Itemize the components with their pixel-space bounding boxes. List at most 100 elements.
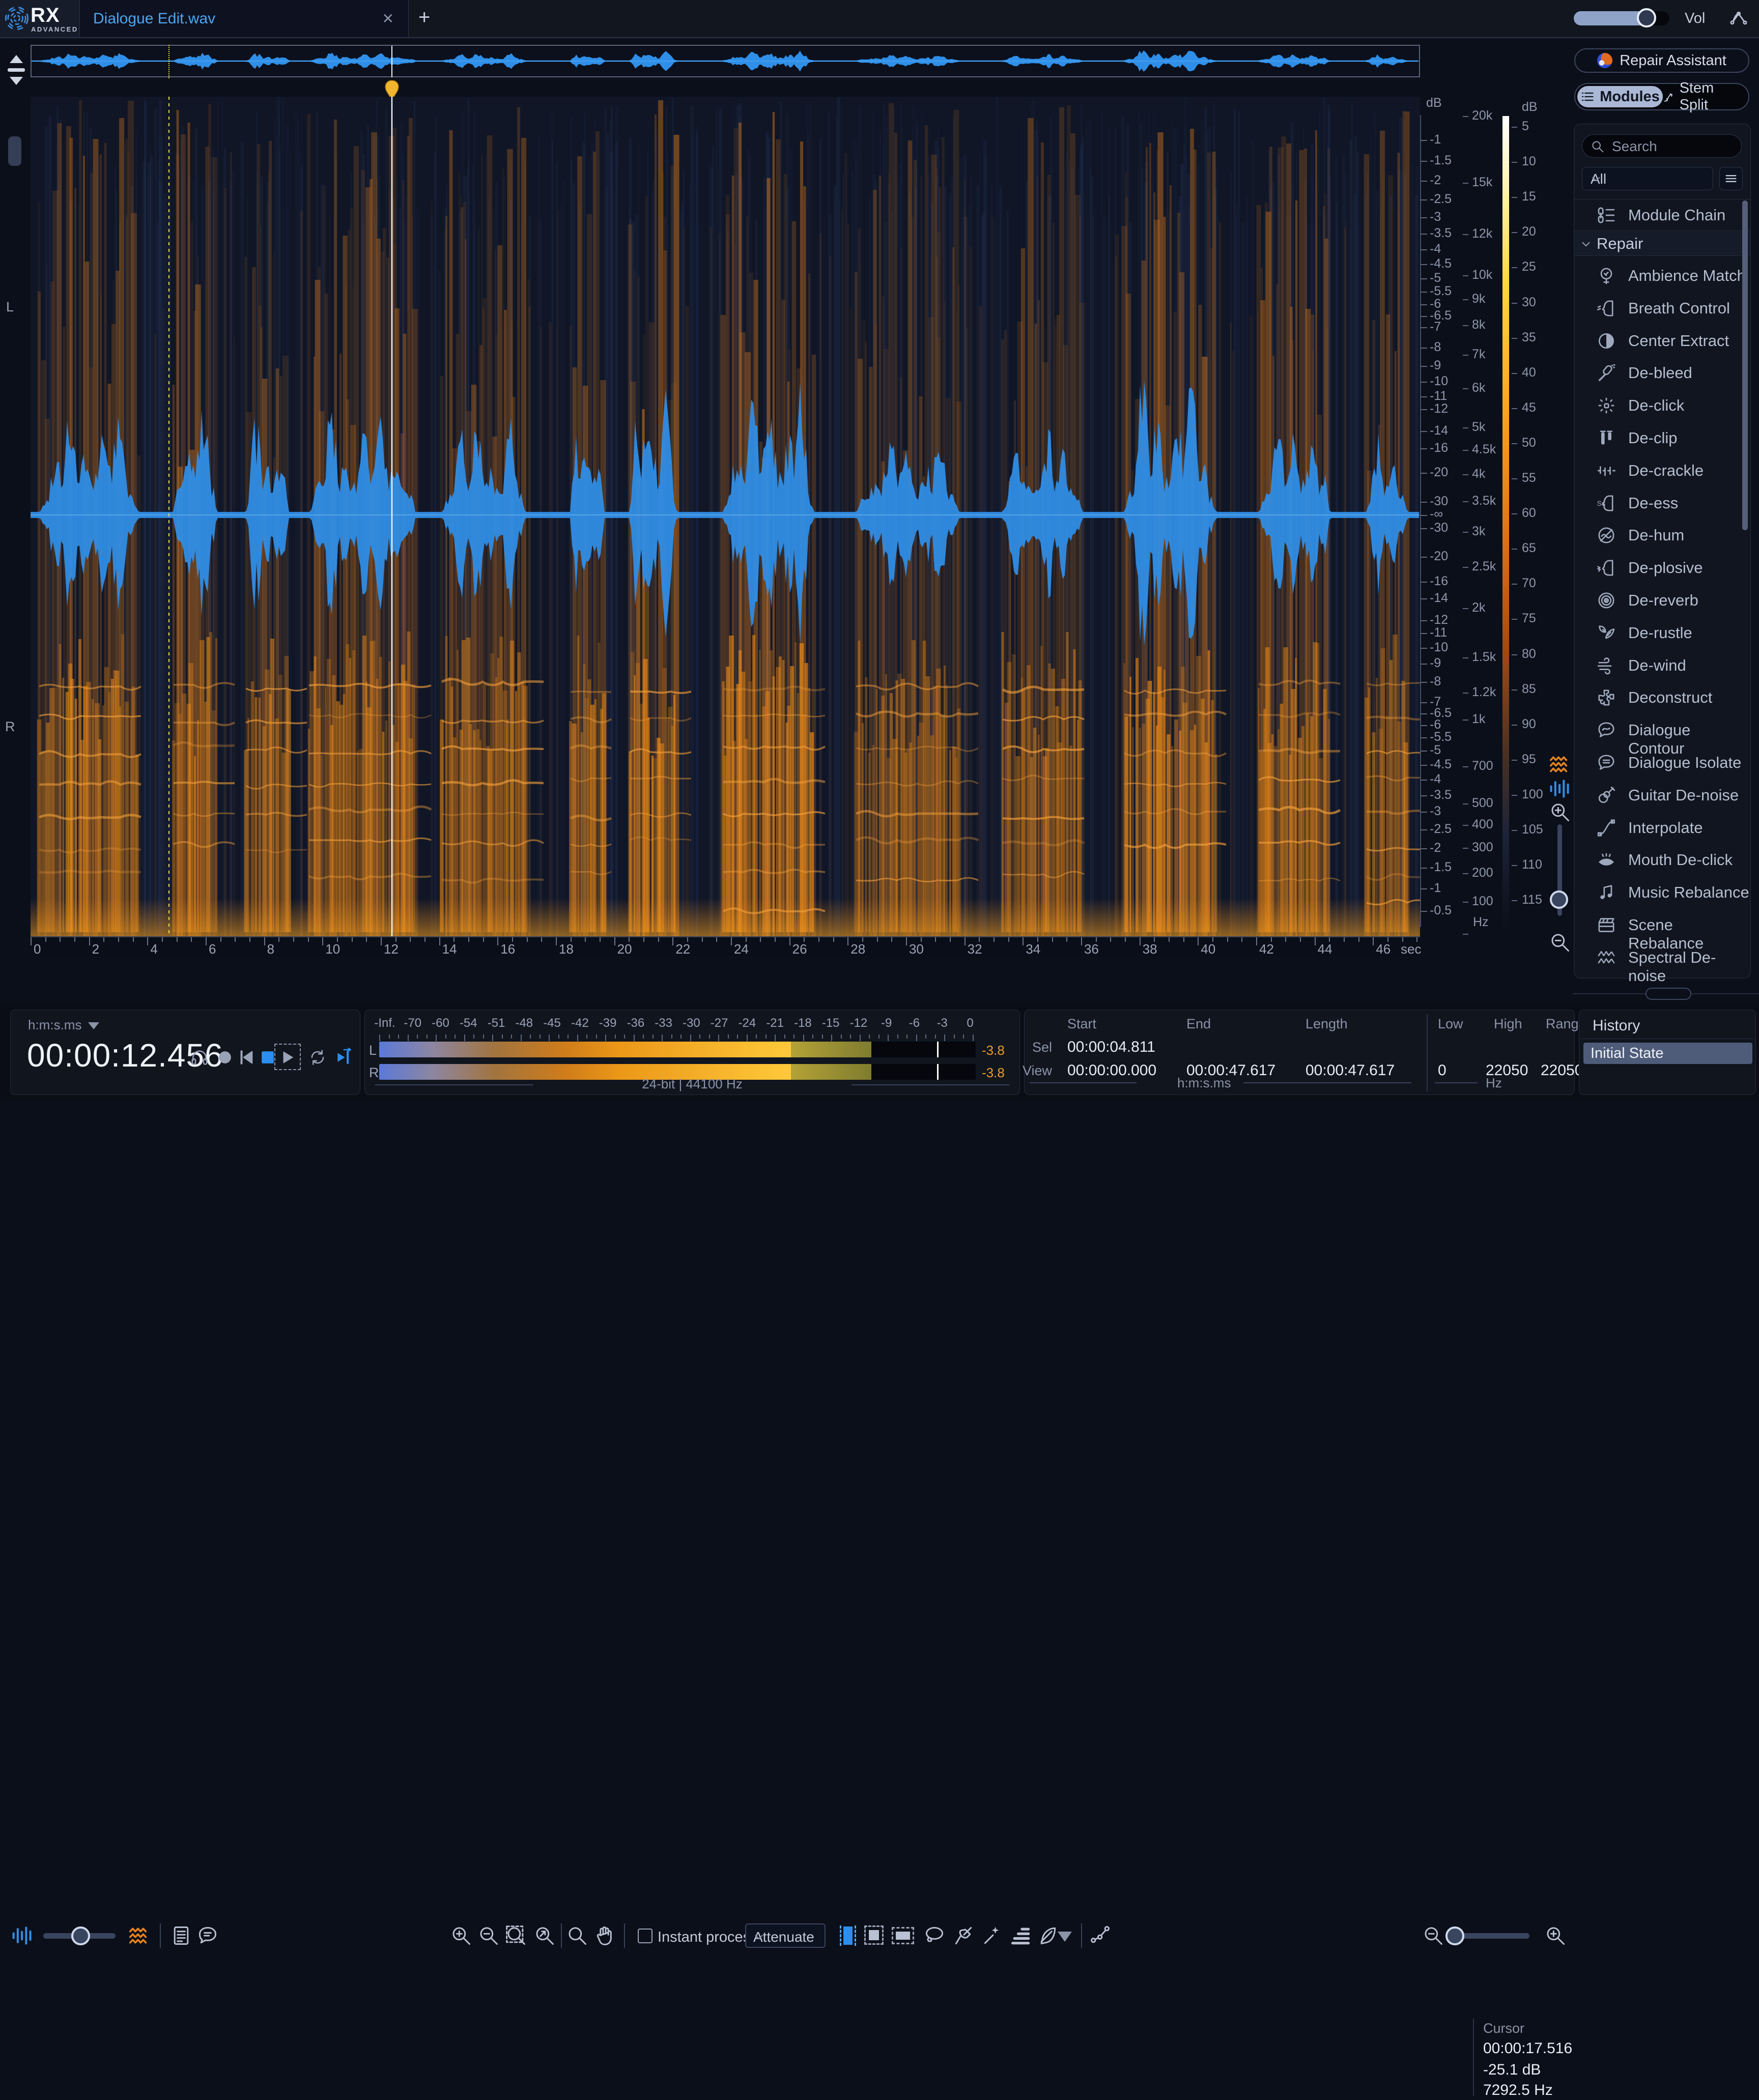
module-item-breath-control[interactable]: Breath Control	[1574, 293, 1750, 324]
spectrogram-icon[interactable]	[1549, 753, 1571, 775]
channel-scrollbar-handle[interactable]	[8, 136, 21, 166]
feather-tool[interactable]	[1036, 1924, 1059, 1947]
new-tab-button[interactable]: +	[418, 6, 430, 29]
module-item-de-wind[interactable]: De-wind	[1574, 650, 1750, 681]
sort-button[interactable]	[1719, 167, 1743, 190]
time-tick-label: 34	[1026, 941, 1040, 957]
module-item-de-bleed[interactable]: De-bleed	[1574, 358, 1750, 388]
zoom-tool-button[interactable]	[566, 1924, 588, 1947]
channel-label-right[interactable]: R	[5, 719, 15, 735]
module-item-deconstruct[interactable]: Deconstruct	[1574, 682, 1750, 713]
module-item-ambience-match[interactable]: Ambience Match	[1574, 261, 1750, 291]
zoom-out-icon[interactable]	[1549, 931, 1571, 954]
module-item-de-crackle[interactable]: De-crackle	[1574, 455, 1750, 486]
spectrogram-balance-icon[interactable]	[128, 1924, 151, 1947]
time-format-caret[interactable]	[88, 1022, 99, 1029]
module-item-guitar-de-noise[interactable]: Guitar De-noise	[1574, 780, 1750, 811]
cursor-freq-value: 7292.5 Hz	[1483, 2082, 1553, 2099]
view-start-value[interactable]: 00:00:00.000	[1067, 1062, 1156, 1079]
monitor-button[interactable]	[190, 1048, 209, 1067]
brush-tool[interactable]	[953, 1924, 975, 1947]
time-ruler[interactable]: 0246810121416182022242628303234363840424…	[31, 936, 1420, 956]
waveform-icon[interactable]	[1549, 778, 1571, 800]
meter-bar-left[interactable]	[379, 1042, 976, 1057]
meter-scale-label: -45	[543, 1016, 561, 1030]
pan-tool-button[interactable]	[593, 1924, 616, 1947]
time-selection-tool[interactable]	[840, 1925, 856, 1946]
waveform-balance-icon[interactable]	[11, 1924, 34, 1947]
zoom-out-button[interactable]	[477, 1924, 500, 1947]
attenuate-dropdown[interactable]: Attenuate	[745, 1923, 826, 1948]
tab-close-icon[interactable]: ✕	[382, 10, 394, 27]
panel-resize-handle[interactable]	[1645, 988, 1691, 1000]
zoom-fit-button[interactable]	[533, 1924, 556, 1947]
zoom-in-icon[interactable]	[1549, 801, 1571, 823]
waveform-overview[interactable]	[31, 45, 1420, 77]
overview-expand-control[interactable]	[6, 55, 26, 85]
module-item-de-click[interactable]: De-click	[1574, 390, 1750, 421]
info-document-icon[interactable]	[170, 1924, 192, 1947]
signal-flow-icon[interactable]	[1728, 8, 1749, 28]
section-repair[interactable]: Repair	[1574, 232, 1750, 256]
module-item-de-rustle[interactable]: De-rustle	[1574, 618, 1750, 648]
module-item-interpolate[interactable]: Interpolate	[1574, 813, 1750, 843]
module-item-dialogue-contour[interactable]: Dialogue Contour	[1574, 715, 1750, 745]
instant-process-checkbox[interactable]	[638, 1929, 652, 1943]
repair-assistant-button[interactable]: Repair Assistant	[1574, 48, 1749, 73]
time-unit-footer[interactable]: h:m:s.ms	[1177, 1075, 1231, 1091]
module-item-de-reverb[interactable]: De-reverb	[1574, 585, 1750, 616]
titlebar: RX ADVANCED Dialogue Edit.wav ✕ + Vol	[0, 0, 1759, 38]
lasso-tool[interactable]	[923, 1924, 946, 1947]
module-item-de-plosive[interactable]: De-plosive	[1574, 553, 1750, 583]
channel-label-left[interactable]: L	[6, 299, 14, 315]
sel-start-value[interactable]: 00:00:04.811	[1067, 1039, 1155, 1056]
module-item-spectral-de-noise[interactable]: Spectral De-noise	[1574, 942, 1750, 973]
view-length-value[interactable]: 00:00:47.617	[1306, 1062, 1395, 1079]
time-format-label[interactable]: h:m:s.ms	[28, 1017, 81, 1033]
zoom-selection-button[interactable]	[505, 1924, 527, 1947]
feather-dropdown-caret[interactable]	[1058, 1932, 1072, 1942]
tab-modules[interactable]: Modules	[1577, 86, 1663, 107]
time-frequency-selection-tool[interactable]	[864, 1925, 884, 1945]
module-item-music-rebalance[interactable]: Music Rebalance	[1574, 877, 1750, 908]
time-tick-label: 44	[1318, 941, 1332, 957]
module-item-dialogue-isolate[interactable]: Dialogue Isolate	[1574, 747, 1750, 778]
spectrogram-view[interactable]	[31, 97, 1420, 936]
vertical-zoom-thumb[interactable]	[1550, 890, 1568, 909]
module-chain-item[interactable]: Module Chain	[1574, 199, 1750, 231]
history-item-initial-state[interactable]: Initial State	[1583, 1043, 1752, 1064]
volume-thumb[interactable]	[1637, 8, 1656, 27]
freq-low-value[interactable]: 0	[1438, 1062, 1446, 1079]
category-filter-dropdown[interactable]: All	[1582, 167, 1713, 190]
file-tab[interactable]: Dialogue Edit.wav ✕	[80, 0, 409, 37]
search-input[interactable]: Search	[1582, 134, 1742, 158]
hzoom-out-button[interactable]	[1422, 1924, 1444, 1947]
tab-stem-split[interactable]: Stem Split	[1662, 86, 1743, 107]
record-button[interactable]	[215, 1048, 235, 1067]
module-item-de-clip[interactable]: De-clip	[1574, 423, 1750, 453]
module-item-de-hum[interactable]: De-hum	[1574, 520, 1750, 551]
loop-button[interactable]	[308, 1048, 327, 1067]
vertical-zoom-strip	[1545, 97, 1577, 956]
hzoom-in-button[interactable]	[1544, 1924, 1567, 1947]
magic-wand-tool[interactable]	[981, 1924, 1004, 1947]
zoom-in-button[interactable]	[450, 1924, 472, 1947]
fade-tool[interactable]	[1010, 1924, 1032, 1947]
freq-range-value[interactable]: 22050	[1541, 1062, 1583, 1079]
module-item-center-extract[interactable]: Center Extract	[1574, 326, 1750, 356]
module-item-scene-rebalance[interactable]: Scene Rebalance	[1574, 910, 1750, 940]
signal-chain-tool[interactable]	[1089, 1924, 1112, 1947]
horizontal-zoom-thumb[interactable]	[1445, 1926, 1464, 1945]
wave-spectro-balance-thumb[interactable]	[71, 1926, 90, 1945]
freq-unit-footer[interactable]: Hz	[1486, 1075, 1502, 1091]
tab-title: Dialogue Edit.wav	[93, 10, 215, 27]
skip-to-start-button[interactable]	[237, 1048, 256, 1067]
meter-scale-label: -39	[599, 1016, 617, 1030]
module-item-de-ess[interactable]: SsDe-ess	[1574, 488, 1750, 519]
frequency-selection-tool[interactable]	[892, 1927, 914, 1944]
comment-icon[interactable]	[196, 1924, 219, 1947]
module-list-scrollbar[interactable]	[1742, 200, 1748, 530]
module-item-mouth-de-click[interactable]: Mouth De-click	[1574, 845, 1750, 875]
play-to-end-button[interactable]	[334, 1048, 354, 1067]
play-button[interactable]	[278, 1048, 298, 1067]
